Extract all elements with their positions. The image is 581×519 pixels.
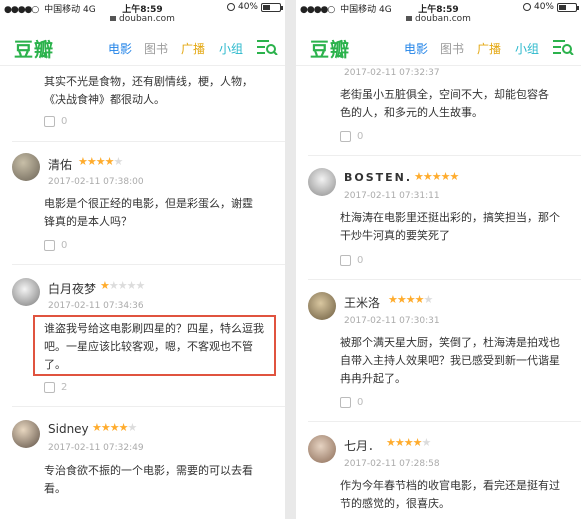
vote-count: 0 xyxy=(357,255,364,266)
vote-button[interactable]: 0 xyxy=(340,131,363,142)
vote-count: 0 xyxy=(357,131,364,142)
comment-text: 专治食欲不振的一个电影，需要的可以去看看。 xyxy=(44,464,253,495)
douban-logo[interactable]: 豆瓣 xyxy=(310,35,350,62)
nav-broadcast[interactable]: 广播 xyxy=(181,40,205,57)
divider xyxy=(12,264,285,265)
padlock-icon xyxy=(110,16,117,21)
comment-text: 其实不光是食物，还有剧情线，梗，人物，《决战食神》都很动人。 xyxy=(44,75,253,106)
nav-movie[interactable]: 电影 xyxy=(404,40,428,57)
divider xyxy=(12,141,285,142)
comment-time: 2017-02-11 07:31:11 xyxy=(344,191,440,201)
avatar[interactable] xyxy=(308,292,336,320)
thumb-up-icon xyxy=(44,382,55,393)
username[interactable]: BOSTEN. xyxy=(344,171,412,184)
comment-text: 杜海涛在电影里还挺出彩的，搞笑担当，那个干炒牛河真的要笑死了 xyxy=(340,211,560,242)
thumb-up-icon xyxy=(340,397,351,408)
url-bar[interactable]: douban.com xyxy=(296,14,581,28)
username[interactable]: Sidney xyxy=(48,422,89,436)
divider xyxy=(12,406,285,407)
nav-broadcast[interactable]: 广播 xyxy=(477,40,501,57)
nav-book[interactable]: 图书 xyxy=(144,40,168,57)
thumb-up-icon xyxy=(44,240,55,251)
battery-icon xyxy=(557,2,579,12)
username[interactable]: 七月． xyxy=(344,437,380,454)
rating-stars: ★★★★★ xyxy=(388,293,433,306)
vote-button[interactable]: 0 xyxy=(44,240,67,251)
comment-time: 2017-02-11 07:30:31 xyxy=(344,316,440,326)
vote-button[interactable]: 0 xyxy=(44,116,67,127)
comment-time: 2017-02-11 07:38:00 xyxy=(48,177,144,187)
username[interactable]: 清佑 xyxy=(48,156,72,173)
comment-text: 老街虽小五脏俱全，空间不大，却能包容各色的人，和多元的人生故事。 xyxy=(340,88,549,119)
menu-search-icon[interactable] xyxy=(552,39,574,55)
rating-stars: ★★★★★ xyxy=(100,279,145,292)
highlight-box xyxy=(33,315,276,376)
comment-time: 2017-02-11 07:32:37 xyxy=(344,68,440,78)
rotation-lock-icon xyxy=(522,3,531,11)
battery-icon xyxy=(261,2,283,12)
nav-book[interactable]: 图书 xyxy=(440,40,464,57)
nav-movie[interactable]: 电影 xyxy=(108,40,132,57)
thumb-up-icon xyxy=(340,255,351,266)
menu-search-icon[interactable] xyxy=(256,39,278,55)
vote-count: 0 xyxy=(357,397,364,408)
thumb-up-icon xyxy=(340,131,351,142)
divider xyxy=(308,155,581,156)
comment-time: 2017-02-11 07:32:49 xyxy=(48,443,144,453)
comment-text: 被那个满天星大厨，笑倒了，杜海涛是拍戏也自带入主持人效果吧？我已感受到新一代谐星… xyxy=(340,336,560,385)
left-phone-screen: ●●●●○ 中国移动 4G 上午8:59 40% douban.com 豆瓣 电… xyxy=(0,0,285,519)
battery-percent: 40% xyxy=(533,2,554,12)
nav-group[interactable]: 小组 xyxy=(515,40,539,57)
vote-button[interactable]: 2 xyxy=(44,382,67,393)
avatar[interactable] xyxy=(12,153,40,181)
comment-time: 2017-02-11 07:34:36 xyxy=(48,301,144,311)
status-bar: ●●●●○ 中国移动 4G 上午8:59 40% xyxy=(0,0,285,15)
avatar[interactable] xyxy=(12,420,40,448)
url-text: douban.com xyxy=(415,14,471,24)
vote-count: 2 xyxy=(61,382,68,393)
avatar[interactable] xyxy=(308,168,336,196)
divider xyxy=(308,421,581,422)
avatar[interactable] xyxy=(308,435,336,463)
vote-count: 0 xyxy=(61,240,68,251)
thumb-up-icon xyxy=(44,116,55,127)
vote-button[interactable]: 0 xyxy=(340,397,363,408)
comment-text: 作为今年春节档的收官电影，看完还是挺有过节的感觉的，很喜庆。 xyxy=(340,479,560,510)
padlock-icon xyxy=(406,16,413,21)
rating-stars: ★★★★★ xyxy=(78,155,123,168)
url-text: douban.com xyxy=(119,14,175,24)
username[interactable]: 白月夜梦 xyxy=(48,280,96,297)
username[interactable]: 王米洛 xyxy=(344,294,380,311)
right-phone-screen: ●●●●○ 中国移动 4G 上午8:59 40% douban.com 豆瓣 电… xyxy=(296,0,581,519)
divider xyxy=(308,279,581,280)
status-bar: ●●●●○ 中国移动 4G 上午8:59 40% xyxy=(296,0,581,15)
douban-logo[interactable]: 豆瓣 xyxy=(14,35,54,62)
rating-stars: ★★★★★ xyxy=(414,170,459,183)
top-nav: 豆瓣 电影 图书 广播 小组 xyxy=(0,28,285,66)
nav-group[interactable]: 小组 xyxy=(219,40,243,57)
url-bar[interactable]: douban.com xyxy=(0,14,285,28)
rotation-lock-icon xyxy=(226,3,235,11)
rating-stars: ★★★★★ xyxy=(92,421,137,434)
vote-button[interactable]: 0 xyxy=(340,255,363,266)
rating-stars: ★★★★★ xyxy=(386,436,431,449)
avatar[interactable] xyxy=(12,278,40,306)
vote-count: 0 xyxy=(61,116,68,127)
comment-time: 2017-02-11 07:28:58 xyxy=(344,459,440,469)
top-nav: 豆瓣 电影 图书 广播 小组 xyxy=(296,28,581,66)
comment-text: 电影是个很正经的电影，但是彩蛋么，谢霆锋真的是本人吗？ xyxy=(44,197,253,228)
battery-percent: 40% xyxy=(237,2,258,12)
